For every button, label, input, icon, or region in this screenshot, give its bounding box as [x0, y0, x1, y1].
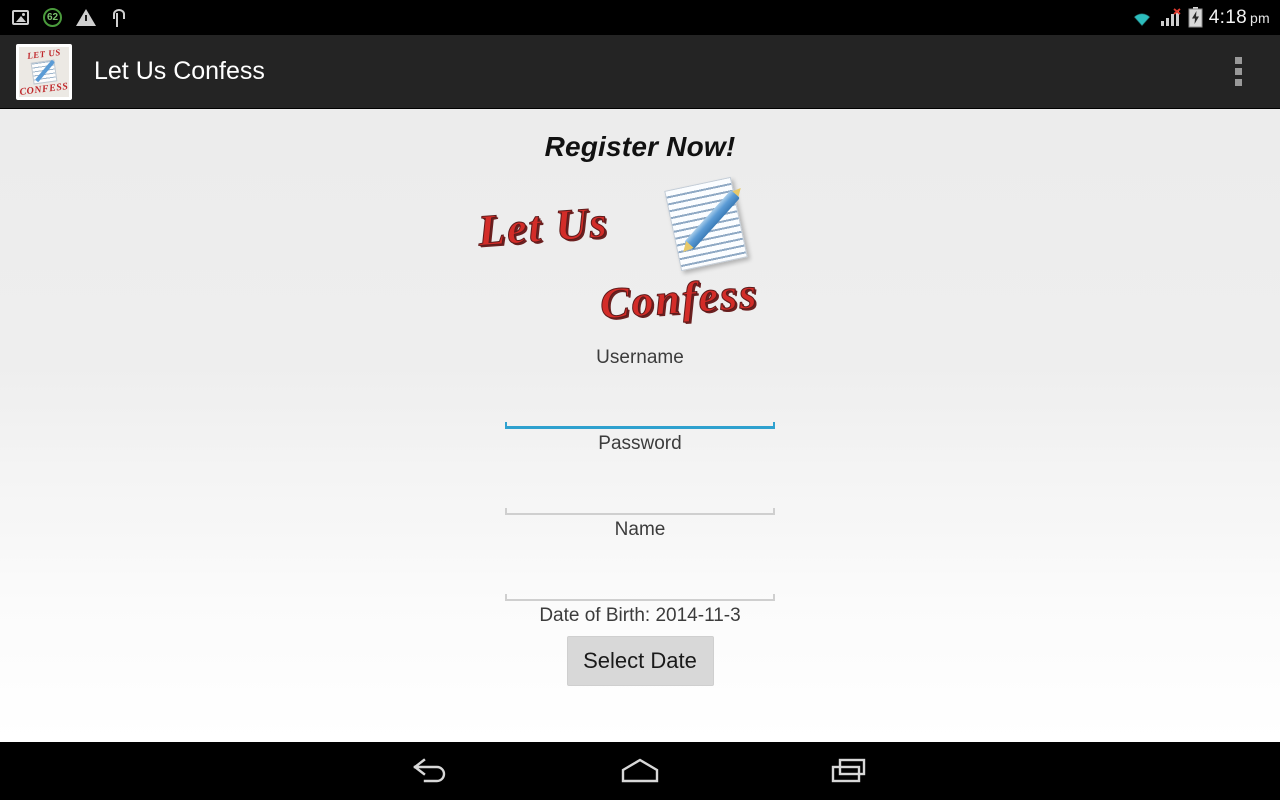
- overflow-dot-3: [1235, 79, 1242, 86]
- name-field[interactable]: [505, 541, 775, 601]
- date-of-birth-label: Date of Birth: 2014-11-3: [539, 605, 741, 626]
- logo-line-1: Let Us: [476, 197, 611, 256]
- app-icon-text-top: LET US: [26, 46, 62, 61]
- warning-icon: [76, 9, 96, 26]
- recents-button[interactable]: [745, 742, 955, 800]
- username-label: Username: [596, 347, 684, 368]
- status-bar: 62 4:18 pm: [0, 0, 1280, 35]
- status-bar-right-icons: 4:18 pm: [1130, 7, 1270, 29]
- recents-icon: [828, 757, 872, 785]
- username-field[interactable]: [505, 369, 775, 429]
- battery-charging-icon: [1188, 7, 1203, 28]
- status-bar-left-icons: 62: [12, 8, 125, 27]
- usb-icon: [110, 8, 125, 27]
- screenshot-icon: [12, 10, 29, 25]
- password-field[interactable]: [505, 455, 775, 515]
- wifi-icon: [1130, 8, 1154, 27]
- registration-form: Username Password Name Date of Birth: 20…: [0, 347, 1280, 686]
- back-button[interactable]: [325, 742, 535, 800]
- app-icon-text-bottom: CONFESS: [18, 80, 70, 98]
- navigation-bar: [0, 742, 1280, 800]
- signal-icon: [1160, 8, 1182, 27]
- password-label: Password: [598, 433, 682, 454]
- app-logo: Let Us Confess: [0, 173, 1280, 343]
- username-input[interactable]: [505, 386, 775, 426]
- clock-ampm: pm: [1249, 9, 1270, 26]
- home-button[interactable]: [535, 742, 745, 800]
- logo-line-2: Confess: [598, 268, 760, 329]
- password-underline: [505, 508, 775, 515]
- name-underline: [505, 594, 775, 601]
- clock-time: 4:18: [1208, 6, 1247, 28]
- registration-screen: Register Now! Let Us Confess Username Pa…: [0, 109, 1280, 742]
- clock: 4:18 pm: [1209, 7, 1270, 29]
- page-title: Register Now!: [544, 131, 736, 162]
- overflow-dot-2: [1235, 68, 1242, 75]
- android-screen: 62 4:18 pm LET US CONFESS Let Us Confess…: [0, 0, 1280, 800]
- password-input[interactable]: [505, 472, 775, 512]
- name-label: Name: [614, 519, 666, 540]
- select-date-button[interactable]: Select Date: [566, 636, 714, 686]
- username-underline: [505, 422, 775, 429]
- home-icon: [617, 757, 663, 785]
- overflow-dot-1: [1235, 57, 1242, 64]
- name-input[interactable]: [505, 558, 775, 598]
- action-bar: LET US CONFESS Let Us Confess: [0, 35, 1280, 109]
- app-title: Let Us Confess: [94, 57, 265, 85]
- back-icon: [409, 757, 451, 785]
- battery-percent-icon: 62: [43, 8, 62, 27]
- overflow-menu-button[interactable]: [1225, 45, 1252, 98]
- app-icon: LET US CONFESS: [16, 43, 72, 100]
